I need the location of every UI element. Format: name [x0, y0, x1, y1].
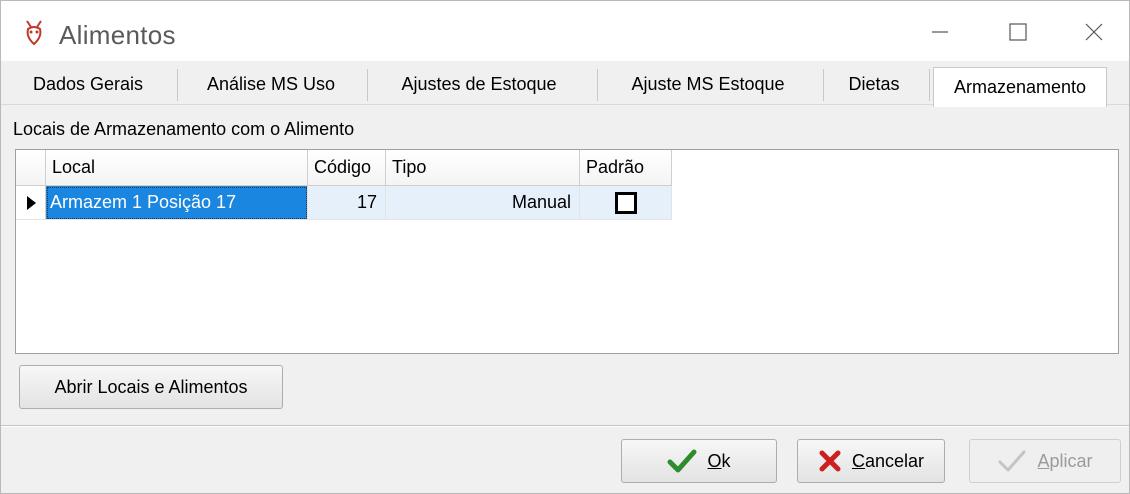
- apply-button[interactable]: Aplicar: [969, 439, 1121, 483]
- tab-dietas[interactable]: Dietas: [827, 67, 921, 101]
- minimize-icon: [932, 31, 948, 33]
- tab-ajuste-ms-estoque[interactable]: Ajuste MS Estoque: [601, 67, 815, 101]
- cell-tipo[interactable]: Manual: [386, 186, 580, 220]
- abrir-locais-button[interactable]: Abrir Locais e Alimentos: [19, 365, 283, 409]
- column-header-tipo[interactable]: Tipo: [386, 150, 580, 186]
- tab-separator: [929, 69, 930, 101]
- tab-ajustes-de-estoque[interactable]: Ajustes de Estoque: [371, 67, 587, 101]
- close-icon: [1085, 23, 1103, 41]
- footer-divider: [1, 425, 1129, 427]
- app-logo-icon: [26, 20, 42, 46]
- grid-header: Local Código Tipo Padrão: [16, 150, 672, 186]
- cancel-label: Cancelar: [851, 450, 925, 471]
- tab-separator: [367, 69, 368, 101]
- tab-analise-ms-uso[interactable]: Análise MS Uso: [181, 67, 361, 101]
- close-button[interactable]: [1059, 9, 1129, 55]
- checkmark-disabled-icon: [998, 450, 1026, 472]
- checkmark-icon: [667, 449, 697, 473]
- window-title: Alimentos: [59, 20, 176, 50]
- tab-separator: [177, 69, 178, 101]
- current-row-arrow-icon: [26, 195, 36, 210]
- ok-button[interactable]: Ok: [621, 439, 777, 483]
- locais-grid[interactable]: Local Código Tipo Padrão Armazem 1 Posiç…: [15, 149, 1119, 354]
- cancel-x-icon: [819, 450, 841, 472]
- row-indicator: [16, 186, 46, 220]
- tab-separator: [597, 69, 598, 101]
- padrao-checkbox[interactable]: [614, 191, 637, 214]
- ok-label: Ok: [707, 450, 731, 471]
- cell-padrao[interactable]: [580, 186, 672, 220]
- table-row[interactable]: Armazem 1 Posição 17 17 Manual: [16, 186, 672, 220]
- cell-codigo[interactable]: 17: [308, 186, 386, 220]
- tab-strip: Dados Gerais Análise MS Uso Ajustes de E…: [1, 61, 1129, 107]
- tab-separator: [823, 69, 824, 101]
- maximize-icon: [1009, 23, 1027, 41]
- maximize-button[interactable]: [983, 9, 1053, 55]
- column-header-local[interactable]: Local: [46, 150, 308, 186]
- row-indicator-header: [16, 150, 46, 186]
- cancel-button[interactable]: Cancelar: [797, 439, 945, 483]
- tab-dados-gerais[interactable]: Dados Gerais: [13, 67, 163, 101]
- apply-label: Aplicar: [1037, 450, 1093, 471]
- minimize-button[interactable]: [905, 9, 975, 55]
- column-header-padrao[interactable]: Padrão: [580, 150, 672, 186]
- section-label: Locais de Armazenamento com o Alimento: [13, 119, 355, 139]
- alimentos-window: Alimentos Dados Gerais Análise MS Uso Aj…: [0, 0, 1130, 494]
- cell-local[interactable]: Armazem 1 Posição 17: [46, 186, 308, 220]
- column-header-codigo[interactable]: Código: [308, 150, 386, 186]
- tab-armazenamento[interactable]: Armazenamento: [933, 67, 1107, 107]
- title-bar[interactable]: Alimentos: [1, 1, 1129, 61]
